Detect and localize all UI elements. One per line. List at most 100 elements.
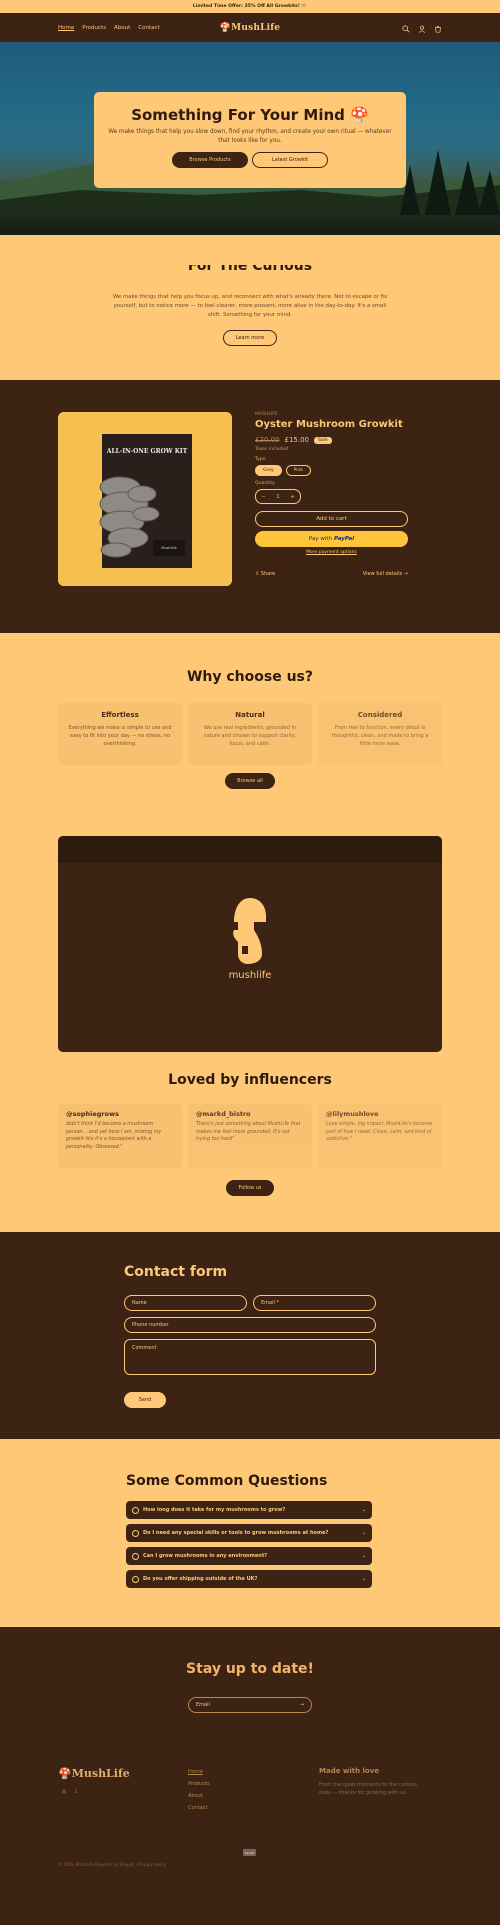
question-icon: [132, 1552, 139, 1560]
footer-link-about[interactable]: About: [188, 1793, 210, 1799]
paypal-logo: PayPal: [334, 536, 355, 542]
nav-products[interactable]: Products: [82, 25, 106, 31]
send-button[interactable]: Send: [124, 1392, 166, 1408]
page: Limited Time Offer: 25% Off All Growkits…: [0, 0, 500, 1925]
social-links: ◎ ♪: [62, 1789, 78, 1795]
learn-more-button[interactable]: Learn more: [223, 330, 277, 346]
site-footer: 🍄MushLife ◎ ♪ Home Products About Contac…: [0, 1765, 500, 1916]
more-payment-options-link[interactable]: More payment options: [255, 550, 408, 555]
follow-us-button[interactable]: Follow us: [226, 1180, 274, 1196]
quantity-value[interactable]: 1: [276, 494, 279, 500]
tax-note: Taxes included.: [255, 447, 290, 452]
chevron-down-icon: ⌄: [361, 1576, 366, 1582]
phone-field[interactable]: Phone number: [124, 1317, 376, 1333]
arrow-right-icon[interactable]: →: [300, 1702, 304, 1708]
instagram-icon[interactable]: ◎: [62, 1789, 66, 1795]
paypal-prefix: Pay with: [308, 536, 333, 542]
hero-subtitle: We make things that help you slow down, …: [108, 129, 392, 144]
footer-link-contact[interactable]: Contact: [188, 1805, 210, 1811]
minus-icon[interactable]: −: [261, 494, 265, 500]
faq-question: How long does it take for my mushrooms t…: [143, 1507, 286, 1513]
search-icon[interactable]: [402, 18, 410, 37]
price-row: £20.00 £15.00 Sale: [255, 436, 408, 444]
browse-products-button[interactable]: Browse Products: [172, 152, 248, 168]
nav-about[interactable]: About: [114, 25, 130, 31]
main-nav: Home Products About Contact: [58, 25, 160, 31]
paypal-button[interactable]: Pay with PayPal: [255, 531, 408, 547]
influencer-cards: @sophiegrows didn't think I'd become a m…: [58, 1104, 442, 1168]
footer-links: Home Products About Contact: [188, 1769, 210, 1811]
question-icon: [132, 1529, 139, 1537]
contact-section: Contact form Name Email * Phone number C…: [0, 1232, 500, 1439]
footer-link-products[interactable]: Products: [188, 1781, 210, 1787]
influencer-card: @sophiegrows didn't think I'd become a m…: [58, 1104, 182, 1168]
share-row: ⇪ Share View full details →: [255, 571, 408, 577]
contact-title: Contact form: [124, 1264, 228, 1280]
influencer-quote: didn't think I'd become a mushroom perso…: [66, 1122, 162, 1150]
browse-all-button[interactable]: Browse all: [225, 773, 275, 789]
newsletter-placeholder: Email: [196, 1702, 210, 1708]
question-icon: [132, 1575, 139, 1583]
faq-item[interactable]: Do you offer shipping outside of the UK?…: [126, 1570, 372, 1588]
why-column: Considered From feel to function, every …: [318, 703, 442, 765]
faq-question: Can I grow mushrooms in any environment?: [143, 1553, 268, 1559]
product-title: Oyster Mushroom Growkit: [255, 419, 403, 430]
mushroom-logo-icon: [233, 898, 266, 964]
newsletter-section: Stay up to date! Email →: [0, 1627, 500, 1765]
faq-section: Some Common Questions How long does it t…: [0, 1439, 500, 1627]
video-brand-text: mushlife: [228, 970, 272, 981]
column-text: We use real ingredients, grounded in nat…: [203, 725, 297, 747]
comment-field[interactable]: Comment: [124, 1339, 376, 1375]
name-field[interactable]: Name: [124, 1295, 247, 1311]
view-full-details-link[interactable]: View full details →: [363, 571, 408, 577]
hero-card: Something For Your Mind 🍄 We make things…: [94, 92, 406, 188]
price-sale: £15.00: [284, 436, 310, 444]
variant-pink[interactable]: Pink: [285, 465, 311, 476]
account-icon[interactable]: [418, 18, 426, 37]
column-title: Effortless: [101, 711, 139, 719]
influencer-quote: There's just something about MushLife th…: [196, 1122, 301, 1142]
tiktok-icon[interactable]: ♪: [74, 1789, 77, 1795]
latest-growkit-button[interactable]: Latest Growkit: [252, 152, 328, 168]
influencer-quote: Love simple, big impact. MushLife's beco…: [326, 1122, 433, 1142]
chevron-down-icon: ⌄: [361, 1553, 366, 1559]
faq-item[interactable]: Do I need any special skills or tools to…: [126, 1524, 372, 1542]
site-logo[interactable]: 🍄MushLife: [220, 23, 280, 33]
footer-link-home[interactable]: Home: [188, 1769, 210, 1775]
video-section: mushlife: [0, 822, 500, 1060]
footer-logo[interactable]: 🍄MushLife: [58, 1767, 130, 1780]
add-to-cart-button[interactable]: Add to cart: [255, 511, 408, 527]
brand-video[interactable]: mushlife: [58, 836, 442, 1052]
growkit-box-illustration: [58, 412, 232, 586]
email-placeholder: Email *: [261, 1300, 279, 1306]
hero-title: Something For Your Mind 🍄: [131, 106, 369, 124]
product-image[interactable]: ALL-IN-ONE GROW KIT MushLife: [58, 412, 232, 586]
purpose-section: For The Curious We make things that help…: [0, 235, 500, 380]
newsletter-title: Stay up to date!: [186, 1661, 314, 1677]
box-title: ALL-IN-ONE GROW KIT: [106, 448, 188, 455]
phone-placeholder: Phone number: [132, 1322, 169, 1328]
site-header: Home Products About Contact 🍄MushLife: [0, 13, 500, 42]
nav-contact[interactable]: Contact: [138, 25, 159, 31]
why-title: Why choose us?: [186, 669, 314, 685]
influencer-card: @lilymushlove Love simple, big impact. M…: [318, 1104, 442, 1168]
purpose-text: We make things that help you focus up, a…: [112, 294, 388, 318]
influencer-handle: @markd_bistro: [196, 1110, 251, 1118]
share-button[interactable]: ⇪ Share: [255, 571, 275, 577]
plus-icon[interactable]: +: [290, 494, 294, 500]
email-field[interactable]: Email *: [253, 1295, 376, 1311]
nav-home[interactable]: Home: [58, 25, 74, 31]
column-title: Natural: [235, 711, 265, 719]
hero-banner: Something For Your Mind 🍄 We make things…: [0, 42, 500, 235]
box-brand: MushLife: [161, 546, 177, 550]
variant-grey[interactable]: Grey: [255, 465, 282, 476]
newsletter-email-input[interactable]: Email →: [188, 1697, 312, 1713]
influencer-handle: @lilymushlove: [326, 1110, 379, 1118]
influencers-section: Loved by influencers @sophiegrows didn't…: [0, 1060, 500, 1232]
cart-icon[interactable]: [434, 18, 442, 37]
comment-placeholder: Comment: [132, 1345, 157, 1351]
faq-item[interactable]: How long does it take for my mushrooms t…: [126, 1501, 372, 1519]
faq-question: Do I need any special skills or tools to…: [143, 1530, 329, 1536]
why-section: Why choose us? Effortless Everything we …: [0, 633, 500, 822]
faq-item[interactable]: Can I grow mushrooms in any environment?…: [126, 1547, 372, 1565]
